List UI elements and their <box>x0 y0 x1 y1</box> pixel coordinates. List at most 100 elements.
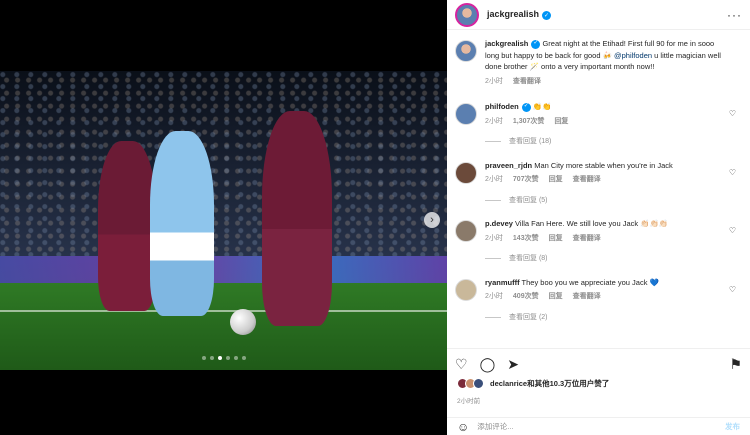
commenter-avatar[interactable] <box>455 220 477 242</box>
replies-line <box>485 199 501 201</box>
crowd-background <box>0 71 447 257</box>
comment-item: philfoden ✓ 👏👏 2小时 1,307次赞 回复 查看回复 (18) ♡ <box>455 101 740 148</box>
comment-time: 2小时 <box>485 176 503 183</box>
view-replies-label: 查看回复 (5) <box>509 196 548 204</box>
caption-translate-button[interactable]: 查看翻译 <box>513 76 541 88</box>
ad-board <box>0 256 447 284</box>
football <box>230 309 256 335</box>
replies-line <box>485 141 501 143</box>
post-side-panel: jackgrealish ✓ ··· jackgrealish ✓ Great ni… <box>447 0 750 435</box>
player-center <box>150 131 214 316</box>
comment-like-count[interactable]: 1,307次赞 <box>513 116 545 128</box>
post-photo[interactable] <box>0 71 447 370</box>
liker-avatars <box>457 378 484 389</box>
comment-meta: 2小时 409次赞 回复 查看翻译 <box>485 291 726 303</box>
carousel-dot <box>209 356 214 360</box>
commenter-avatar[interactable] <box>455 161 477 184</box>
player-right <box>262 111 332 326</box>
comment-content: 👏👏 <box>532 102 552 111</box>
comment-text: praveen_rjdn Man City more stable when y… <box>485 160 726 172</box>
comment-content: Villa Fan Here. We still love you Jack 👏… <box>515 219 669 228</box>
commenter-username[interactable]: praveen_rjdn <box>485 161 532 170</box>
commenter-username[interactable]: ryanmufff <box>485 278 520 287</box>
comment-like-heart-icon[interactable]: ♡ <box>729 109 736 118</box>
comment-like-count[interactable]: 707次赞 <box>513 174 539 186</box>
caption-text: jackgrealish ✓ Great night at the Etihad!… <box>485 38 726 73</box>
comment-like-count[interactable]: 143次赞 <box>513 233 539 245</box>
carousel-dot <box>225 356 230 360</box>
comment-reply-button[interactable]: 回复 <box>549 174 563 186</box>
comment-container: philfoden ✓ 👏👏 2小时 1,307次赞 回复 查看回复 (18) ♡… <box>455 101 740 323</box>
comment-item: p.devey Villa Fan Here. We still love yo… <box>455 218 740 265</box>
add-comment-input[interactable] <box>477 422 725 431</box>
comment-translate-button[interactable]: 查看翻译 <box>573 174 601 186</box>
liker-avatar <box>473 378 484 389</box>
verified-badge-icon: ✓ <box>542 10 552 20</box>
post-comment-button[interactable]: 发布 <box>725 421 740 432</box>
caption-meta: 2小时 查看翻译 <box>485 76 726 88</box>
pitch-line <box>0 310 447 313</box>
comment-bubble-icon[interactable]: ◯ <box>480 357 496 371</box>
post-media-area: › <box>0 0 447 435</box>
caption-mention[interactable]: @philfoden <box>614 51 652 60</box>
comment-content: Man City more stable when you're in Jack <box>534 160 673 170</box>
comment-translate-button[interactable]: 查看翻译 <box>573 233 601 245</box>
carousel-dot <box>217 356 222 360</box>
emoji-smile-icon[interactable]: ☺ <box>457 420 469 434</box>
commenter-avatar[interactable] <box>455 278 477 301</box>
comment-meta: 2小时 143次赞 回复 查看翻译 <box>485 233 726 245</box>
view-replies[interactable]: 查看回复 (18) <box>485 136 726 148</box>
verified-badge-icon: ✓ <box>521 102 531 112</box>
comment-meta: 2小时 707次赞 回复 查看翻译 <box>485 174 726 186</box>
comment-reply-button[interactable]: 回复 <box>554 116 568 128</box>
save-bookmark-icon[interactable]: ⚑ <box>729 357 742 371</box>
verified-badge-icon: ✓ <box>531 39 541 49</box>
comment-like-count[interactable]: 409次赞 <box>513 291 539 303</box>
comment-like-heart-icon[interactable]: ♡ <box>729 226 736 235</box>
instagram-post-view: › jackgrealish ✓ ··· jackgrealish ✓ Great … <box>0 0 750 435</box>
caption-username[interactable]: jackgrealish <box>485 39 528 48</box>
comment-meta: 2小时 1,307次赞 回复 <box>485 116 726 128</box>
comment-item: praveen_rjdn Man City more stable when y… <box>455 160 740 207</box>
more-options-icon[interactable]: ··· <box>727 8 742 22</box>
replies-line <box>485 258 501 260</box>
comment-body: p.devey Villa Fan Here. We still love yo… <box>485 218 740 265</box>
comment-content: They boo you we appreciate you Jack 💙 <box>521 277 659 287</box>
comment-translate-button[interactable]: 查看翻译 <box>573 291 601 303</box>
view-replies-label: 查看回复 (8) <box>509 255 548 262</box>
view-replies[interactable]: 查看回复 (5) <box>485 195 726 207</box>
comment-like-heart-icon[interactable]: ♡ <box>729 168 736 177</box>
post-timestamp: 2小时前 <box>457 398 481 405</box>
comment-like-heart-icon[interactable]: ♡ <box>729 285 736 294</box>
likes-summary[interactable]: declanrice和其他10.3万位用户赞了 <box>457 378 609 389</box>
comment-time: 2小时 <box>485 293 503 300</box>
view-replies-label: 查看回复 (18) <box>509 138 552 145</box>
comments-list[interactable]: jackgrealish ✓ Great night at the Etihad!… <box>447 30 750 348</box>
next-slide-button[interactable]: › <box>424 212 440 228</box>
add-comment-bar: ☺ 发布 <box>447 417 750 435</box>
comment-time: 2小时 <box>485 117 503 125</box>
author-username[interactable]: jackgrealish ✓ <box>487 9 552 20</box>
caption-body: jackgrealish ✓ Great night at the Etihad!… <box>485 38 740 87</box>
commenter-username[interactable]: philfoden <box>485 102 519 111</box>
comment-item: ryanmufff They boo you we appreciate you… <box>455 277 740 324</box>
comment-time: 2小时 <box>485 234 503 242</box>
view-replies[interactable]: 查看回复 (8) <box>485 253 726 265</box>
caption-avatar[interactable] <box>455 40 477 62</box>
view-replies[interactable]: 查看回复 (2) <box>485 312 726 324</box>
author-avatar[interactable] <box>455 2 479 27</box>
like-heart-icon[interactable]: ♡ <box>455 357 468 371</box>
comment-text: ryanmufff They boo you we appreciate you… <box>485 277 726 289</box>
carousel-dot <box>201 356 206 360</box>
commenter-username[interactable]: p.devey <box>485 219 513 228</box>
share-send-icon[interactable]: ➤ <box>507 357 519 371</box>
comment-text: p.devey Villa Fan Here. We still love yo… <box>485 218 726 230</box>
view-replies-label: 查看回复 (2) <box>509 313 548 321</box>
comment-body: ryanmufff They boo you we appreciate you… <box>485 277 740 324</box>
player-left <box>98 141 156 311</box>
comment-reply-button[interactable]: 回复 <box>549 233 563 245</box>
post-header: jackgrealish ✓ ··· <box>447 0 750 30</box>
comment-reply-button[interactable]: 回复 <box>549 291 563 303</box>
carousel-indicator <box>0 356 447 360</box>
commenter-avatar[interactable] <box>455 103 477 125</box>
